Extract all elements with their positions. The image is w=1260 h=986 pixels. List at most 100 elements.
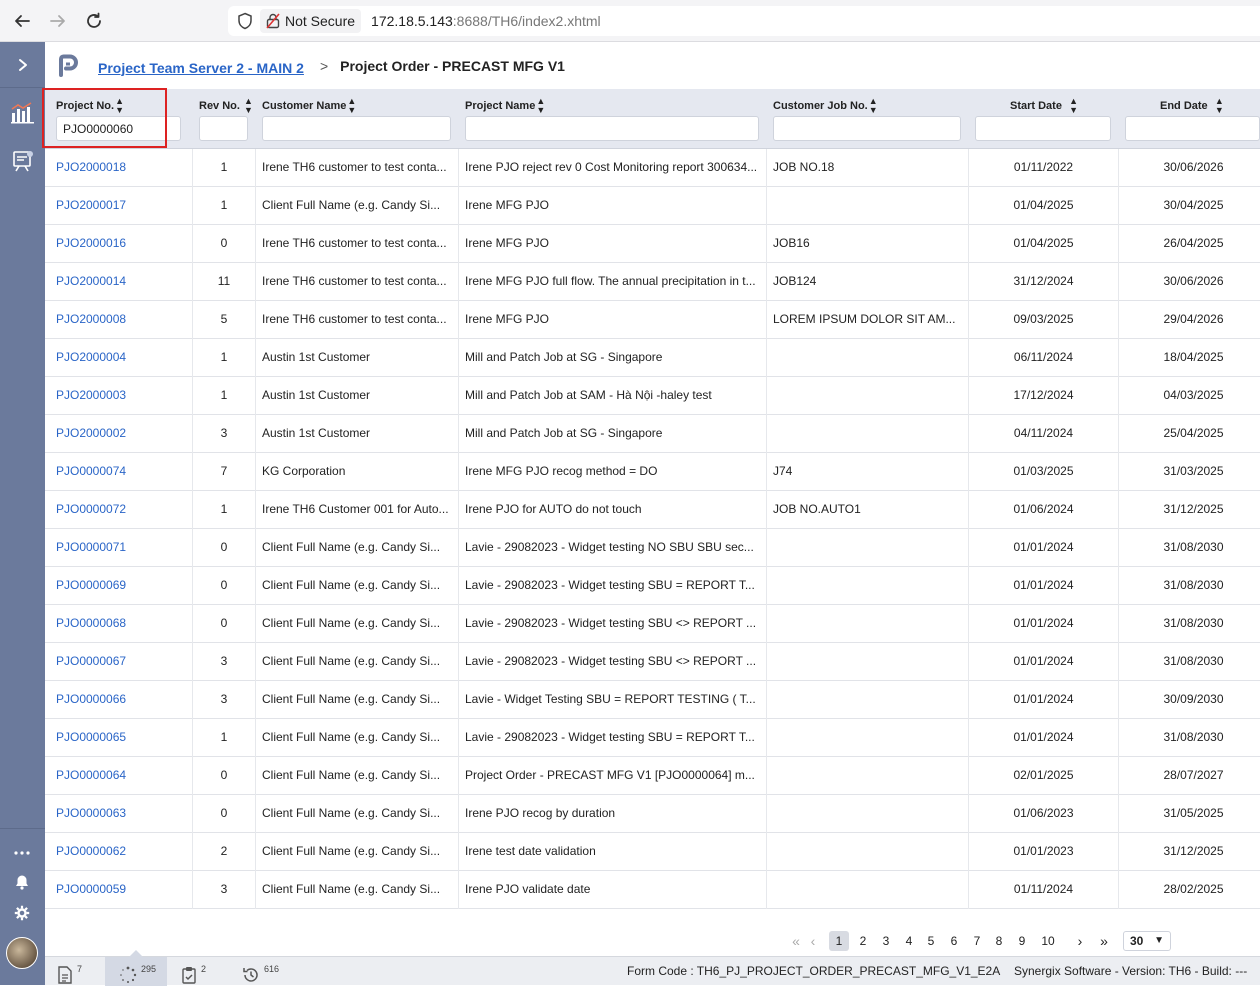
sort-icon[interactable]: ▲ ▼ (347, 97, 356, 115)
table-row[interactable]: PJO0000059 3 Client Full Name (e.g. Candy … (45, 871, 1260, 909)
table-row[interactable]: PJO2000003 1 Austin 1st Customer Mill and P… (45, 377, 1260, 415)
cell-project-no[interactable]: PJO0000072 (45, 491, 193, 529)
page-6-button[interactable]: 6 (944, 931, 964, 951)
prev-page-icon[interactable]: ‹ (803, 931, 823, 951)
bell-icon[interactable] (12, 872, 32, 892)
cell-project-no[interactable]: PJO2000008 (45, 301, 193, 339)
table-row[interactable]: PJO0000068 0 Client Full Name (e.g. Candy … (45, 605, 1260, 643)
tasks-tray[interactable]: 2 (181, 957, 206, 986)
forward-arrow-icon[interactable] (46, 9, 70, 33)
dashboard-chart-icon[interactable] (10, 100, 36, 126)
more-dots-icon[interactable] (12, 843, 32, 863)
cell-project-no[interactable]: PJO0000063 (45, 795, 193, 833)
page-4-button[interactable]: 4 (899, 931, 919, 951)
history-tray[interactable]: 616 (242, 957, 279, 986)
table-row[interactable]: PJO0000071 0 Client Full Name (e.g. Candy … (45, 529, 1260, 567)
cell-project-no[interactable]: PJO0000069 (45, 567, 193, 605)
reload-icon[interactable] (82, 9, 106, 33)
page-size-select[interactable]: 30 ▼ (1123, 931, 1171, 951)
table-row[interactable]: PJO2000017 1 Client Full Name (e.g. Candy … (45, 187, 1260, 225)
column-header-start-date[interactable]: Start Date ▲ ▼ (1010, 97, 1078, 115)
sort-icon[interactable]: ▲ ▼ (1215, 97, 1224, 115)
security-indicator[interactable]: Not Secure (260, 9, 362, 33)
table-row[interactable]: PJO0000074 7 KG Corporation Irene MFG PJO r… (45, 453, 1260, 491)
table-row[interactable]: PJO0000062 2 Client Full Name (e.g. Candy … (45, 833, 1260, 871)
column-header-project-name[interactable]: Project Name▲ ▼ (465, 97, 545, 115)
page-1-button[interactable]: 1 (829, 931, 849, 951)
table-row[interactable]: PJO2000008 5 Irene TH6 customer to test co… (45, 301, 1260, 339)
table-row[interactable]: PJO0000072 1 Irene TH6 Customer 001 for Au… (45, 491, 1260, 529)
table-row[interactable]: PJO0000069 0 Client Full Name (e.g. Candy … (45, 567, 1260, 605)
table-row[interactable]: PJO0000067 3 Client Full Name (e.g. Candy … (45, 643, 1260, 681)
next-page-icon[interactable]: › (1070, 931, 1090, 951)
cell-project-no[interactable]: PJO0000062 (45, 833, 193, 871)
table-row[interactable]: PJO2000004 1 Austin 1st Customer Mill and P… (45, 339, 1260, 377)
table-row[interactable]: PJO2000002 3 Austin 1st Customer Mill and P… (45, 415, 1260, 453)
cell-project-no[interactable]: PJO0000074 (45, 453, 193, 491)
column-header-customer-job-no[interactable]: Customer Job No.▲ ▼ (773, 97, 878, 115)
filter-input-project-name[interactable] (465, 116, 759, 141)
breadcrumb-parent-link[interactable]: Project Team Server 2 - MAIN 2 (98, 60, 304, 76)
page-3-button[interactable]: 3 (876, 931, 896, 951)
shield-icon[interactable] (236, 12, 254, 30)
cell-start-date: 01/01/2024 (969, 529, 1119, 567)
reports-icon[interactable] (10, 148, 36, 174)
sort-icon[interactable]: ▲ ▼ (244, 97, 253, 115)
app-logo-icon[interactable] (57, 54, 81, 78)
table-row[interactable]: PJO2000018 1 Irene TH6 customer to test co… (45, 149, 1260, 187)
column-header-project-no[interactable]: Project No.▲ ▼ (56, 97, 124, 115)
filter-input-start-date[interactable] (975, 116, 1111, 141)
page-10-button[interactable]: 10 (1035, 931, 1061, 951)
cell-project-no[interactable]: PJO2000017 (45, 187, 193, 225)
sort-icon[interactable]: ▲ ▼ (1069, 97, 1078, 115)
cell-project-no[interactable]: PJO2000016 (45, 225, 193, 263)
column-header-end-date[interactable]: End Date ▲ ▼ (1160, 97, 1224, 115)
sort-icon[interactable]: ▲ ▼ (869, 97, 878, 115)
documents-tray[interactable]: 7 (57, 957, 82, 986)
pending-tray[interactable]: 295 (105, 950, 167, 986)
chevron-right-icon[interactable] (0, 42, 45, 88)
breadcrumb: Project Team Server 2 - MAIN 2 > Project… (45, 42, 1260, 89)
cell-project-no[interactable]: PJO0000067 (45, 643, 193, 681)
table-row[interactable]: PJO0000065 1 Client Full Name (e.g. Candy … (45, 719, 1260, 757)
filter-input-end-date[interactable] (1125, 116, 1260, 141)
column-header-rev-no[interactable]: Rev No. ▲ ▼ (199, 97, 253, 115)
cell-project-no[interactable]: PJO0000059 (45, 871, 193, 909)
gear-icon[interactable] (12, 903, 32, 923)
page-5-button[interactable]: 5 (921, 931, 941, 951)
page-2-button[interactable]: 2 (853, 931, 873, 951)
table-row[interactable]: PJO0000066 3 Client Full Name (e.g. Candy … (45, 681, 1260, 719)
cell-project-no[interactable]: PJO0000065 (45, 719, 193, 757)
back-arrow-icon[interactable] (10, 9, 34, 33)
page-8-button[interactable]: 8 (989, 931, 1009, 951)
url-text[interactable]: 172.18.5.143:8688/TH6/index2.xhtml (371, 13, 601, 29)
sort-icon[interactable]: ▲ ▼ (536, 97, 545, 115)
cell-project-no[interactable]: PJO0000064 (45, 757, 193, 795)
cell-project-no[interactable]: PJO0000068 (45, 605, 193, 643)
avatar[interactable] (6, 937, 38, 969)
address-bar[interactable]: Not Secure 172.18.5.143:8688/TH6/index2.… (228, 6, 1260, 36)
table-row[interactable]: PJO0000063 0 Client Full Name (e.g. Candy … (45, 795, 1260, 833)
cell-customer-name: Irene TH6 Customer 001 for Auto... (256, 491, 459, 529)
cell-project-no[interactable]: PJO2000002 (45, 415, 193, 453)
loading-spinner-icon (120, 966, 137, 983)
column-header-customer-name[interactable]: Customer Name▲ ▼ (262, 97, 356, 115)
cell-project-no[interactable]: PJO0000066 (45, 681, 193, 719)
filter-input-customer-name[interactable] (262, 116, 451, 141)
cell-project-no[interactable]: PJO2000004 (45, 339, 193, 377)
page-7-button[interactable]: 7 (967, 931, 987, 951)
cell-project-no[interactable]: PJO2000018 (45, 149, 193, 187)
cell-rev-no: 1 (193, 491, 256, 529)
filter-input-customer-job-no[interactable] (773, 116, 961, 141)
sort-icon[interactable]: ▲ ▼ (115, 97, 124, 115)
table-row[interactable]: PJO0000064 0 Client Full Name (e.g. Candy … (45, 757, 1260, 795)
cell-project-no[interactable]: PJO2000003 (45, 377, 193, 415)
page-9-button[interactable]: 9 (1012, 931, 1032, 951)
table-row[interactable]: PJO2000016 0 Irene TH6 customer to test co… (45, 225, 1260, 263)
filter-input-rev-no[interactable] (199, 116, 248, 141)
filter-input-project-no[interactable] (56, 116, 181, 141)
last-page-icon[interactable]: » (1094, 931, 1114, 951)
cell-project-no[interactable]: PJO0000071 (45, 529, 193, 567)
cell-project-no[interactable]: PJO2000014 (45, 263, 193, 301)
table-row[interactable]: PJO2000014 11 Irene TH6 customer to test c… (45, 263, 1260, 301)
